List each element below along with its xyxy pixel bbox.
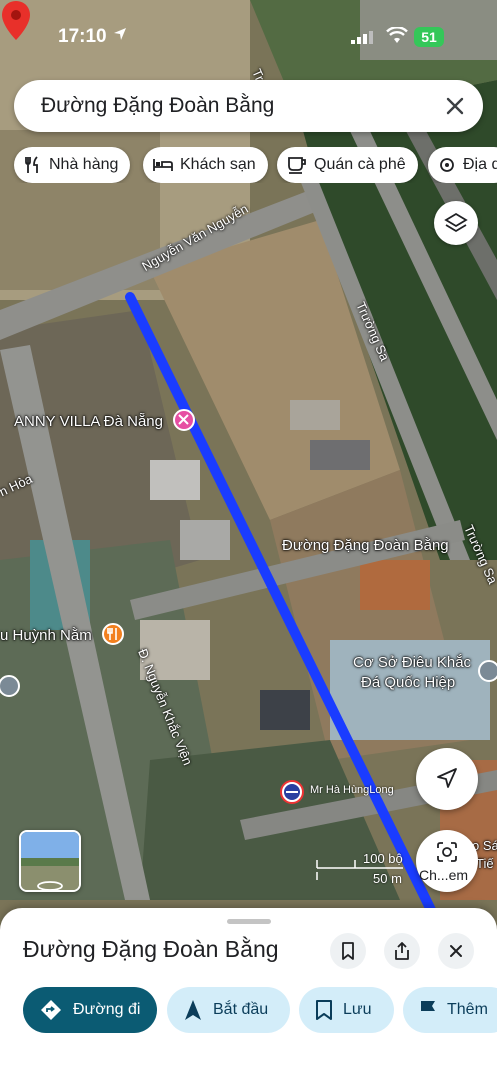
directions-button[interactable]: Đường đi	[23, 987, 157, 1033]
place-label-huynh-nam[interactable]: u Huỳnh Nằm	[0, 627, 92, 644]
place-label-co-so-1[interactable]: Cơ Sở Điêu Khắc	[353, 654, 471, 671]
place-label-right: Tiế	[476, 856, 494, 871]
bed-icon	[153, 159, 173, 171]
scale-meters: 50 m	[373, 871, 402, 886]
navigation-arrow-icon	[437, 768, 457, 788]
pin-label: Đường Đặng Đoàn Bằng	[282, 537, 449, 554]
bookmark-icon	[316, 1000, 332, 1020]
lens-label: Ch...em	[419, 867, 469, 883]
more-button[interactable]: Thêm	[403, 987, 497, 1033]
layers-icon	[444, 212, 468, 233]
save-icon-button[interactable]	[330, 933, 366, 969]
coffee-icon	[288, 157, 306, 174]
chip-coffee[interactable]: Quán cà phê	[277, 147, 418, 183]
hotel-poi-icon[interactable]	[173, 409, 195, 431]
directions-icon	[41, 1000, 61, 1020]
chip-landmarks[interactable]: Địa d	[428, 147, 497, 183]
chip-label: Địa d	[463, 156, 497, 173]
action-label: Thêm	[447, 1001, 488, 1018]
user-avatar[interactable]	[280, 780, 304, 804]
action-row: Đường đi Bắt đầu Lưu Thêm	[0, 987, 497, 1033]
place-label-anny-villa[interactable]: ANNY VILLA Đà Nẵng	[14, 413, 163, 430]
chip-label: Quán cà phê	[314, 156, 406, 173]
place-label-co-so-2[interactable]: Đá Quốc Hiệp	[361, 674, 455, 691]
chip-label: Khách sạn	[180, 156, 256, 173]
place-bottom-sheet[interactable]: Đường Đặng Đoàn Bằng Đường đi Bắt đầu Lư…	[0, 908, 497, 1080]
chip-label: Nhà hàng	[49, 156, 119, 173]
close-icon[interactable]	[441, 92, 469, 120]
my-location-button[interactable]	[416, 748, 478, 810]
action-label: Lưu	[343, 1001, 372, 1018]
place-poi-icon[interactable]	[478, 660, 497, 682]
scale-feet: 100 bộ	[363, 851, 403, 866]
search-query[interactable]: Đường Đặng Đoàn Bằng	[41, 94, 274, 118]
status-time: 17:10	[58, 26, 107, 47]
rotate-360-icon	[37, 881, 63, 890]
bookmark-icon	[342, 942, 354, 960]
lens-button[interactable]: Ch...em	[416, 830, 478, 892]
layers-button[interactable]	[434, 201, 478, 245]
share-button[interactable]	[384, 933, 420, 969]
location-arrow-icon	[114, 28, 126, 40]
landmark-icon	[440, 158, 454, 172]
close-sheet-button[interactable]	[438, 933, 474, 969]
action-label: Bắt đầu	[213, 1001, 269, 1018]
chip-hotels[interactable]: Khách sạn	[143, 147, 268, 183]
status-bar: 17:10 51	[0, 20, 497, 54]
user-label: Mr Hà HùngLong	[310, 784, 394, 796]
chip-restaurants[interactable]: Nhà hàng	[14, 147, 131, 183]
fork-knife-icon	[25, 156, 38, 173]
navigation-arrow-icon	[185, 1000, 201, 1020]
category-chips: Nhà hàng Khách sạn Quán cà phê Địa d	[0, 147, 497, 183]
flag-icon	[421, 1001, 435, 1020]
start-button[interactable]: Bắt đầu	[167, 987, 290, 1033]
wifi-icon	[386, 27, 408, 43]
search-bar[interactable]: Đường Đặng Đoàn Bằng	[14, 80, 483, 132]
restaurant-poi-icon[interactable]	[102, 623, 124, 645]
map-scale: 100 bộ 50 m	[315, 850, 405, 890]
share-icon	[395, 942, 409, 960]
sheet-grab-handle[interactable]	[227, 919, 271, 924]
camera-lens-icon	[437, 842, 457, 862]
place-title: Đường Đặng Đoàn Bằng	[23, 936, 279, 962]
street-view-thumbnail[interactable]	[19, 830, 81, 892]
signal-icon	[351, 31, 373, 44]
save-button[interactable]: Lưu	[299, 987, 394, 1033]
battery-indicator: 51	[414, 27, 444, 47]
action-label: Đường đi	[73, 1001, 141, 1018]
close-icon	[450, 945, 462, 957]
